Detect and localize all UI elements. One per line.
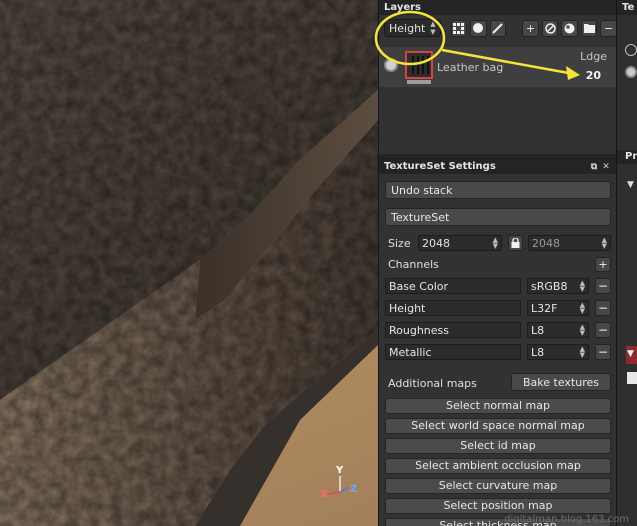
undo-stack-button[interactable]: Undo stack bbox=[385, 181, 611, 199]
material-icon[interactable] bbox=[561, 19, 578, 37]
select-world-space-normal-map-button[interactable]: Select world space normal map bbox=[385, 418, 611, 434]
channel-format-select[interactable]: L8 ▲ ▼ bbox=[527, 322, 589, 338]
folder-icon[interactable] bbox=[580, 19, 598, 37]
select-normal-map-button[interactable]: Select normal map bbox=[385, 398, 611, 414]
channel-format-text: sRGB8 bbox=[531, 279, 568, 293]
channel-format-text: L8 bbox=[531, 323, 545, 337]
clipped-side-panel: Te Pro ▼ ▼ bbox=[616, 0, 637, 526]
layer-blend-mode[interactable]: Ldge bbox=[580, 50, 607, 63]
channel-name[interactable]: Height bbox=[385, 300, 521, 316]
channel-format-select[interactable]: L8 ▲ ▼ bbox=[527, 344, 589, 360]
side-panel-title: Te bbox=[617, 0, 637, 15]
remove-channel-button[interactable]: − bbox=[595, 300, 611, 316]
3d-viewport[interactable]: Y X Z bbox=[0, 0, 378, 526]
layer-row[interactable]: Leather bag Ldge 20 bbox=[379, 47, 617, 87]
channel-name[interactable]: Metallic bbox=[385, 344, 521, 360]
channel-row: Height L32F ▲ ▼ − bbox=[385, 300, 611, 318]
visibility-toggle-icon[interactable] bbox=[384, 58, 398, 72]
bake-textures-label: Bake textures bbox=[523, 375, 599, 389]
textureset-settings-title: TextureSet Settings bbox=[384, 161, 496, 172]
channel-format-select[interactable]: sRGB8 ▲ ▼ bbox=[527, 278, 589, 294]
undo-stack-label: Undo stack bbox=[391, 183, 453, 197]
layers-title: Layers bbox=[384, 2, 421, 13]
chevron-down-icon[interactable]: ▼ bbox=[627, 180, 634, 190]
float-panel-icon[interactable]: ⧉ bbox=[588, 162, 600, 172]
size-width-field[interactable]: 2048 ▲ ▼ bbox=[418, 235, 502, 251]
lock-icon[interactable] bbox=[508, 235, 523, 251]
select-ambient-occlusion-map-button[interactable]: Select ambient occlusion map bbox=[385, 458, 611, 474]
axis-x-label: X bbox=[320, 489, 328, 500]
size-label: Size bbox=[388, 237, 411, 250]
bake-textures-button[interactable]: Bake textures bbox=[511, 373, 611, 391]
chevron-down-icon: ▼ bbox=[627, 349, 634, 359]
fill-layer-icon[interactable] bbox=[470, 19, 487, 37]
layers-toolbar: Height ▲ ▼ + − bbox=[379, 15, 617, 41]
swatch[interactable] bbox=[627, 372, 637, 384]
axis-z-label: Z bbox=[350, 484, 358, 495]
chevron-down-icon: ▲ ▼ bbox=[579, 323, 585, 337]
remove-channel-button[interactable]: − bbox=[595, 344, 611, 360]
layer-name[interactable]: Leather bag bbox=[437, 61, 503, 74]
channels-label: Channels bbox=[388, 258, 439, 271]
remove-channel-button[interactable]: − bbox=[595, 322, 611, 338]
spinner-arrows-icon[interactable]: ▲ ▼ bbox=[602, 237, 607, 250]
chevron-down-icon: ▲ ▼ bbox=[430, 20, 436, 36]
radio-icon[interactable] bbox=[625, 66, 637, 78]
select-position-map-button[interactable]: Select position map bbox=[385, 498, 611, 514]
axis-y-label: Y bbox=[336, 465, 344, 476]
channel-format-select[interactable]: L32F ▲ ▼ bbox=[527, 300, 589, 316]
channel-format-text: L8 bbox=[531, 345, 545, 359]
channel-row: Metallic L8 ▲ ▼ − bbox=[385, 344, 611, 362]
select-id-map-button[interactable]: Select id map bbox=[385, 438, 611, 454]
properties-title: Pro bbox=[617, 150, 637, 164]
paint-layer-icon[interactable] bbox=[450, 19, 468, 37]
right-panel: Layers Height ▲ ▼ + − Leather bag Ldge 2… bbox=[378, 0, 617, 526]
channel-select[interactable]: Height ▲ ▼ bbox=[384, 19, 441, 37]
channel-row: Roughness L8 ▲ ▼ − bbox=[385, 322, 611, 340]
channel-name-text: Base Color bbox=[389, 279, 449, 293]
remove-channel-button[interactable]: − bbox=[595, 278, 611, 294]
leather-mesh-render bbox=[0, 0, 378, 526]
textureset-settings-panel: TextureSet Settings ⧉ ✕ Undo stack Textu… bbox=[379, 158, 617, 526]
channel-name[interactable]: Roughness bbox=[385, 322, 521, 338]
select-curvature-map-button[interactable]: Select curvature map bbox=[385, 478, 611, 494]
mask-icon[interactable] bbox=[489, 19, 507, 37]
effects-icon[interactable] bbox=[541, 19, 559, 37]
layer-opacity[interactable]: 20 bbox=[586, 69, 601, 82]
panel-splitter[interactable] bbox=[379, 154, 617, 158]
layer-mask-thumbnail[interactable] bbox=[407, 80, 431, 84]
size-width-value: 2048 bbox=[422, 236, 450, 250]
delete-icon[interactable]: − bbox=[600, 19, 617, 37]
channel-row: Base Color sRGB8 ▲ ▼ − bbox=[385, 278, 611, 296]
close-icon[interactable]: ✕ bbox=[600, 162, 612, 172]
chevron-down-icon: ▲ ▼ bbox=[579, 301, 585, 315]
layers-titlebar[interactable]: Layers bbox=[379, 0, 616, 15]
textureset-button[interactable]: TextureSet bbox=[385, 208, 611, 226]
textureset-label: TextureSet bbox=[391, 210, 450, 224]
radio-icon[interactable] bbox=[625, 44, 637, 56]
watermark: digitalman.blog.163.com bbox=[504, 514, 629, 525]
channel-name-text: Metallic bbox=[389, 345, 432, 359]
channel-format-text: L32F bbox=[531, 301, 558, 315]
add-icon[interactable]: + bbox=[522, 19, 539, 37]
channel-name-text: Height bbox=[389, 301, 426, 315]
add-channel-button[interactable]: + bbox=[595, 257, 611, 272]
size-height-value: 2048 bbox=[532, 236, 560, 250]
chevron-down-icon: ▲ ▼ bbox=[579, 279, 585, 293]
size-height-field[interactable]: 2048 ▲ ▼ bbox=[528, 235, 611, 251]
chevron-down-icon: ▲ ▼ bbox=[579, 345, 585, 359]
channel-select-value: Height bbox=[389, 21, 426, 35]
channel-name-text: Roughness bbox=[389, 323, 450, 337]
additional-maps-label: Additional maps bbox=[388, 377, 477, 390]
layer-thumbnail[interactable] bbox=[405, 51, 433, 79]
spinner-arrows-icon[interactable]: ▲ ▼ bbox=[493, 237, 498, 250]
channel-name[interactable]: Base Color bbox=[385, 278, 521, 294]
textureset-titlebar[interactable]: TextureSet Settings ⧉ ✕ bbox=[379, 159, 617, 174]
